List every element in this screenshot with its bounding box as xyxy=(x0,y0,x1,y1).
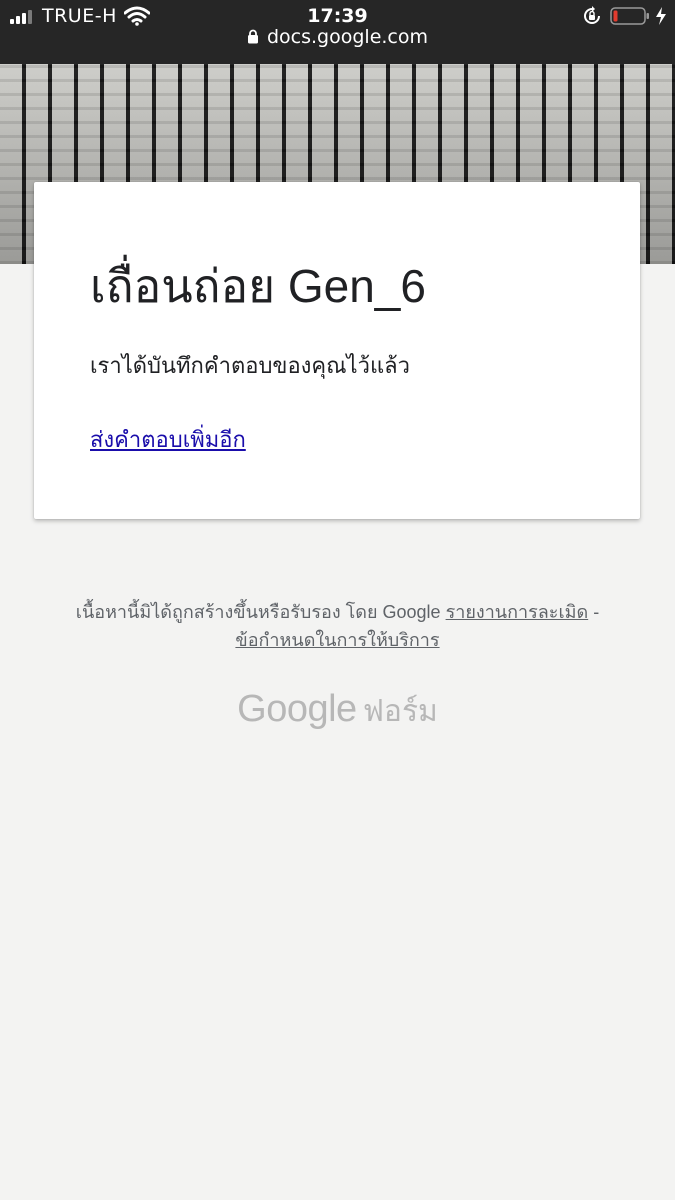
confirmation-message: เราได้บันทึกคำตอบของคุณไว้แล้ว xyxy=(90,353,410,378)
report-abuse-link[interactable]: รายงานการละเมิด xyxy=(446,602,589,622)
logo-forms-text: ฟอร์ม xyxy=(362,695,438,728)
logo-google-text: Google xyxy=(237,688,357,730)
rotation-lock-icon xyxy=(584,6,600,24)
address-bar[interactable]: docs.google.com xyxy=(0,26,675,48)
footer-separator: - xyxy=(593,602,600,622)
submit-another-response-link[interactable]: ส่งคำตอบเพิ่มอีก xyxy=(90,422,246,457)
url-text: docs.google.com xyxy=(266,26,429,48)
status-bar: TRUE-H 17:39 docs.google.com xyxy=(0,0,675,64)
terms-of-service-link[interactable]: ข้อกำหนดในการให้บริการ xyxy=(235,630,439,650)
charging-icon xyxy=(656,7,666,25)
footer: เนื้อหานี้มิได้ถูกสร้างขึ้นหรือรับรอง โด… xyxy=(30,598,645,654)
clock: 17:39 xyxy=(307,5,368,27)
footer-disclaimer: เนื้อหานี้มิได้ถูกสร้างขึ้นหรือรับรอง โด… xyxy=(75,602,441,622)
google-forms-logo[interactable]: Google ฟอร์ม xyxy=(0,688,675,735)
confirmation-card: เถื่อนถ่อย Gen_6 เราได้บันทึกคำตอบของคุณ… xyxy=(34,182,640,519)
form-title: เถื่อนถ่อย Gen_6 xyxy=(90,260,426,312)
battery-icon xyxy=(610,7,649,25)
padlock-icon xyxy=(247,29,258,44)
